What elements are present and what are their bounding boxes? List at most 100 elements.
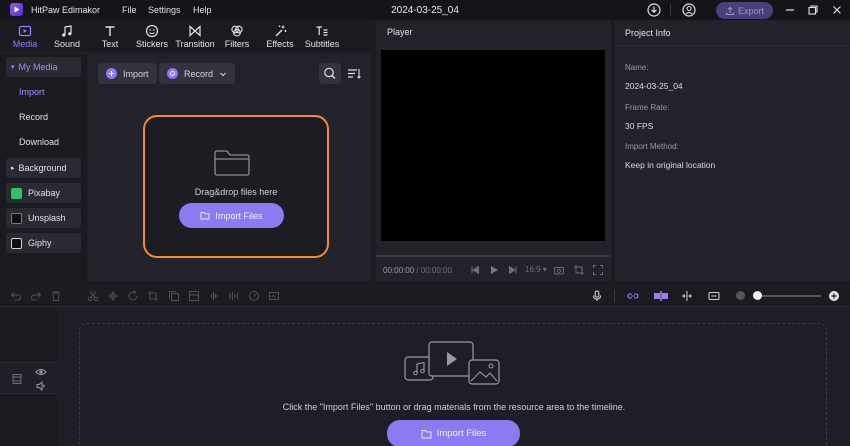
export-icon: [725, 6, 734, 15]
pixabay-icon: [11, 187, 22, 199]
voice-icon[interactable]: [228, 290, 240, 302]
timeline-import-files-button[interactable]: Import Files: [387, 420, 520, 446]
fit-timeline-icon[interactable]: [708, 290, 720, 302]
speaker-icon[interactable]: [35, 380, 47, 392]
eye-icon[interactable]: [35, 366, 47, 378]
speed-icon[interactable]: [248, 290, 260, 302]
sidebar-item-download[interactable]: Download: [6, 132, 81, 152]
sidebar-item-unsplash[interactable]: Unsplash: [6, 208, 81, 228]
tab-label: Subtitles: [304, 39, 340, 49]
sidebar-item-label: Download: [19, 137, 60, 147]
sidebar-item-import[interactable]: Import: [6, 82, 81, 102]
unsplash-icon: [11, 212, 22, 224]
close-icon[interactable]: [830, 3, 844, 17]
previous-frame-icon[interactable]: [469, 264, 481, 276]
import-method-value: Keep in original location: [625, 160, 716, 170]
undo-icon[interactable]: [10, 290, 22, 302]
crop-icon[interactable]: [573, 264, 585, 276]
zoom-in-icon[interactable]: [828, 290, 840, 302]
resource-tabs: Media Sound Text Stickers Transition Fil…: [0, 20, 371, 52]
play-icon[interactable]: [488, 264, 500, 276]
title-divider: [670, 4, 671, 16]
plus-icon: [106, 68, 117, 79]
timeline-toolbar: [0, 285, 850, 307]
record-button[interactable]: Record: [159, 63, 236, 84]
text-icon: [105, 26, 115, 36]
tab-text[interactable]: Text: [88, 22, 132, 52]
split-icon[interactable]: [87, 290, 99, 302]
zoom-out-button[interactable]: [736, 291, 745, 300]
copy-icon[interactable]: [168, 290, 180, 302]
sidebar-item-background[interactable]: ▸ Background: [6, 158, 81, 178]
app-logo-icon: [10, 3, 23, 16]
tab-label: Transition: [175, 39, 215, 49]
media-dropzone[interactable]: Drag&drop files here Import Files: [143, 115, 329, 258]
tab-filters[interactable]: Filters: [215, 22, 259, 52]
tab-sound[interactable]: Sound: [45, 22, 89, 52]
next-frame-icon[interactable]: [507, 264, 519, 276]
screenshot-icon[interactable]: [268, 290, 280, 302]
download-icon[interactable]: [646, 2, 662, 18]
player-controls: 00:00:00 / 00:00:00 16:9 ▾: [376, 262, 611, 280]
title-bar: HitPaw Edimakor File Settings Help 2024-…: [0, 0, 850, 20]
name-label: Name:: [625, 63, 649, 72]
music-note-icon: [62, 25, 72, 37]
export-button[interactable]: Export: [716, 2, 773, 19]
menu-help[interactable]: Help: [193, 5, 212, 15]
tab-label: Sound: [53, 39, 81, 49]
import-files-button[interactable]: Import Files: [179, 203, 284, 228]
minimize-icon[interactable]: [783, 3, 797, 17]
zoom-slider-handle[interactable]: [753, 291, 762, 300]
tab-subtitles[interactable]: Subtitles: [300, 22, 344, 52]
sidebar-item-my-media[interactable]: ▾ My Media: [6, 57, 81, 77]
import-button[interactable]: Import: [98, 63, 157, 84]
sidebar-item-giphy[interactable]: Giphy: [6, 233, 81, 253]
freeze-icon[interactable]: [188, 290, 200, 302]
track-header-column: [0, 308, 57, 446]
zoom-slider[interactable]: [757, 295, 821, 297]
microphone-icon[interactable]: [591, 290, 603, 302]
link-icon[interactable]: [627, 290, 639, 302]
aspect-ratio-selector[interactable]: 16:9 ▾: [525, 265, 547, 274]
sort-icon[interactable]: [347, 67, 361, 81]
redo-icon[interactable]: [30, 290, 42, 302]
snapshot-icon[interactable]: [553, 264, 565, 276]
sidebar-item-pixabay[interactable]: Pixabay: [6, 183, 81, 203]
split-preview-icon[interactable]: [681, 290, 693, 302]
move-icon[interactable]: [107, 290, 119, 302]
media-icon: [18, 25, 32, 37]
sidebar-item-label: Import: [19, 87, 45, 97]
magnet-snap-icon[interactable]: [653, 290, 669, 302]
delete-icon[interactable]: [50, 290, 62, 302]
tab-media[interactable]: Media: [3, 22, 47, 52]
sidebar-item-record[interactable]: Record: [6, 107, 81, 127]
tab-effects[interactable]: Effects: [258, 22, 302, 52]
search-icon: [324, 67, 336, 79]
crop-icon[interactable]: [147, 290, 159, 302]
restore-icon[interactable]: [806, 3, 820, 17]
player-panel: Player 00:00:00 / 00:00:00 16:9 ▾: [376, 20, 611, 281]
audio-wave-icon[interactable]: [208, 290, 220, 302]
search-button[interactable]: [319, 63, 341, 84]
menu-settings[interactable]: Settings: [148, 5, 181, 15]
player-time: 00:00:00 / 00:00:00: [383, 266, 452, 275]
caret-right-icon: ▸: [11, 165, 15, 172]
fullscreen-icon[interactable]: [592, 264, 604, 276]
timeline-import-files-label: Import Files: [436, 428, 487, 439]
timeline-area[interactable]: Click the "Import Files" button or drag …: [58, 308, 850, 446]
giphy-icon: [11, 237, 22, 249]
menu-file[interactable]: File: [122, 5, 137, 15]
media-sidebar: ▾ My Media Import Record Download ▸ Back…: [0, 54, 87, 281]
player-progress-bar[interactable]: [376, 255, 611, 257]
tab-transition[interactable]: Transition: [173, 22, 217, 52]
tab-label: Effects: [266, 39, 294, 49]
tab-label: Stickers: [135, 39, 168, 49]
tab-stickers[interactable]: Stickers: [130, 22, 174, 52]
aspect-ratio-value: 16:9: [525, 265, 541, 274]
sidebar-item-label: Unsplash: [28, 213, 66, 223]
account-icon[interactable]: [681, 2, 697, 18]
sidebar-item-label: My Media: [18, 62, 58, 72]
sidebar-item-label: Giphy: [28, 238, 52, 248]
rotate-icon[interactable]: [127, 290, 139, 302]
player-screen[interactable]: [381, 50, 605, 241]
